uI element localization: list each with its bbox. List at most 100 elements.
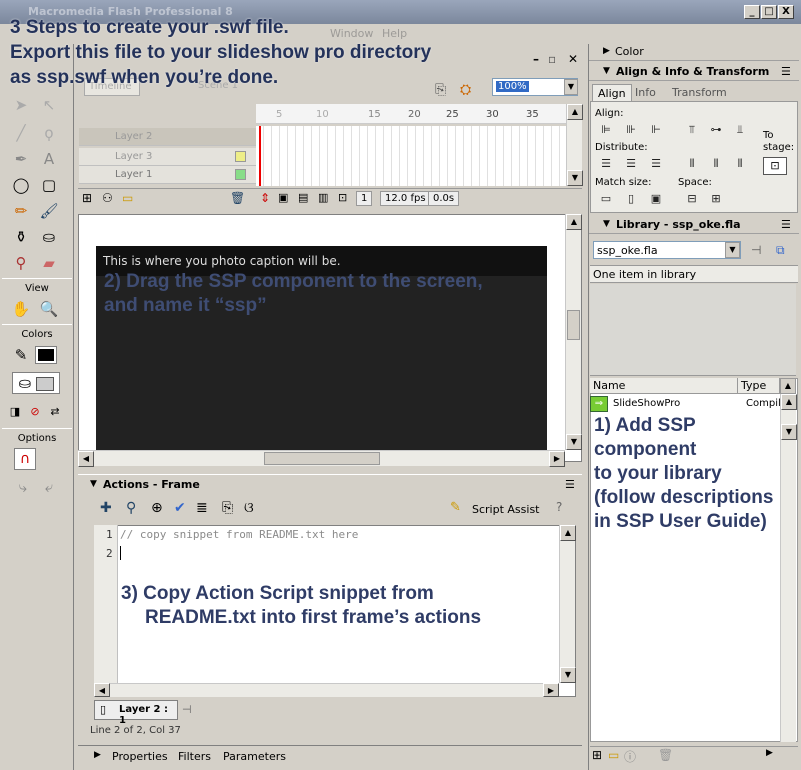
onion-skin-icon[interactable]: ▣: [278, 191, 288, 204]
new-library-icon[interactable]: ⧉: [776, 243, 785, 258]
center-frame-icon[interactable]: ⇕: [260, 191, 270, 205]
space-vertical-icon[interactable]: ⊟: [684, 193, 700, 207]
chevron-up-icon[interactable]: ▲: [560, 525, 576, 541]
target-path-icon[interactable]: ⊕: [151, 500, 163, 516]
restore-icon[interactable]: ▫: [548, 52, 556, 66]
stage-scrollbar-horizontal[interactable]: ◀ ▶: [78, 450, 565, 467]
text-tool-icon[interactable]: A: [38, 148, 60, 170]
chevron-up-icon[interactable]: ▲: [567, 104, 583, 120]
chevron-down-icon[interactable]: ▼: [560, 667, 576, 683]
collapse-arrow-icon[interactable]: ▼: [90, 479, 97, 489]
pencil-tool-icon[interactable]: ✏: [10, 200, 32, 222]
code-scrollbar[interactable]: ▲ ▼: [559, 525, 576, 683]
space-horizontal-icon[interactable]: ⊞: [708, 193, 724, 207]
eyedropper-tool-icon[interactable]: ⚲: [10, 252, 32, 274]
hand-tool-icon[interactable]: ✋: [10, 298, 32, 320]
distribute-center-icon[interactable]: ☰: [623, 158, 639, 172]
insert-folder-icon[interactable]: ▭: [122, 191, 133, 205]
close-button[interactable]: X: [778, 5, 794, 19]
straighten-icon[interactable]: ⤶: [38, 476, 60, 498]
tab-filters[interactable]: Filters: [178, 750, 211, 763]
paint-bucket-tool-icon[interactable]: ⛀: [38, 226, 60, 248]
arrow-tool-icon[interactable]: ➤: [10, 94, 32, 116]
script-assist-icon[interactable]: ✎: [450, 500, 461, 515]
pen-tool-icon[interactable]: ✒: [10, 148, 32, 170]
maximize-button[interactable]: □: [761, 5, 777, 19]
chevron-up-icon[interactable]: ▲: [781, 394, 797, 410]
match-height-icon[interactable]: ▯: [623, 193, 639, 207]
match-both-icon[interactable]: ▣: [648, 193, 664, 207]
chevron-right-icon[interactable]: ▶: [543, 683, 559, 697]
frame-grid[interactable]: [256, 126, 566, 186]
align-center-v-icon[interactable]: ⊶: [708, 124, 724, 138]
pin-library-icon[interactable]: ⊣: [751, 243, 761, 257]
layer-row[interactable]: Layer 2: [79, 128, 256, 146]
chevron-down-icon[interactable]: ▼: [567, 170, 583, 186]
delete-icon[interactable]: 🗑: [658, 748, 673, 762]
panel-menu-icon[interactable]: ☰: [781, 218, 791, 231]
scroll-thumb[interactable]: [264, 452, 380, 465]
expand-arrow-icon[interactable]: ▶: [94, 750, 101, 760]
brush-tool-icon[interactable]: 🖌: [38, 200, 60, 222]
debug-options-icon[interactable]: ଓ: [244, 500, 254, 516]
to-stage-button[interactable]: ⊡: [763, 157, 787, 175]
chevron-down-icon[interactable]: ▼: [725, 242, 740, 258]
library-select[interactable]: ssp_oke.fla: [593, 241, 741, 259]
align-top-icon[interactable]: ⫪: [684, 124, 700, 138]
code-hscrollbar[interactable]: ◀ ▶: [94, 683, 559, 697]
find-icon[interactable]: ⚲: [126, 500, 136, 516]
expand-arrow-icon[interactable]: ▶: [603, 46, 610, 56]
library-panel-header[interactable]: ▼ Library - ssp_oke.fla ☰: [589, 216, 799, 234]
library-item[interactable]: ⇒ SlideShowPro Compile: [590, 396, 787, 412]
chevron-right-icon[interactable]: ▶: [549, 451, 565, 467]
check-syntax-icon[interactable]: ✔: [174, 500, 186, 516]
black-white-icon[interactable]: ◨: [4, 400, 26, 422]
align-right-icon[interactable]: ⊩: [648, 124, 664, 138]
subselect-tool-icon[interactable]: ↖: [38, 94, 60, 116]
frame-rate[interactable]: 12.0 fps: [380, 191, 431, 206]
actions-panel-header[interactable]: ▼ Actions - Frame ☰: [78, 474, 582, 494]
distribute-right-icon[interactable]: ⫴: [732, 158, 748, 172]
tab-align[interactable]: Align: [592, 84, 632, 102]
code-hint-icon[interactable]: ⎘: [222, 500, 233, 516]
tab-properties[interactable]: Properties: [112, 750, 168, 763]
swap-colors-icon[interactable]: ⇄: [44, 400, 66, 422]
align-bottom-icon[interactable]: ⫫: [732, 124, 748, 138]
stroke-color-icon[interactable]: ✎: [10, 344, 32, 366]
new-folder-icon[interactable]: ▭: [608, 748, 619, 762]
layer-row[interactable]: Layer 3: [79, 148, 256, 166]
align-center-h-icon[interactable]: ⊪: [623, 124, 639, 138]
oval-tool-icon[interactable]: ◯: [10, 174, 32, 196]
chevron-right-icon[interactable]: ▶: [766, 748, 773, 758]
stroke-color-swatch[interactable]: [35, 346, 57, 364]
new-symbol-icon[interactable]: ⊞: [592, 748, 602, 762]
tab-transform[interactable]: Transform: [667, 84, 732, 102]
chevron-down-icon[interactable]: ▼: [566, 434, 582, 450]
no-color-icon[interactable]: ⊘: [24, 400, 46, 422]
timeline-scrollbar[interactable]: ▲ ▼: [566, 104, 583, 186]
collapse-arrow-icon[interactable]: ▼: [603, 66, 610, 76]
modify-markers-icon[interactable]: ⊡: [338, 191, 347, 204]
minimize-timeline-icon[interactable]: –: [533, 52, 539, 66]
zoom-tool-icon[interactable]: 🔍: [38, 298, 60, 320]
ink-bottle-tool-icon[interactable]: ⚱: [10, 226, 32, 248]
delete-layer-icon[interactable]: 🗑: [230, 191, 245, 205]
collapse-arrow-icon[interactable]: ▼: [603, 219, 610, 229]
lasso-tool-icon[interactable]: ϙ: [38, 122, 60, 144]
chevron-up-icon[interactable]: ▲: [566, 214, 582, 230]
tab-parameters[interactable]: Parameters: [223, 750, 286, 763]
column-header-type[interactable]: Type: [738, 378, 780, 394]
line-tool-icon[interactable]: ╱: [10, 122, 32, 144]
chevron-left-icon[interactable]: ◀: [78, 451, 94, 467]
distribute-bottom-icon[interactable]: ☰: [648, 158, 664, 172]
panel-menu-icon[interactable]: ☰: [781, 65, 791, 78]
chevron-down-icon[interactable]: ▼: [564, 79, 578, 95]
panel-menu-icon[interactable]: ☰: [565, 478, 575, 491]
align-left-icon[interactable]: ⊫: [598, 124, 614, 138]
add-statement-icon[interactable]: ✚: [100, 500, 112, 516]
distribute-hcenter-icon[interactable]: ⫴: [708, 158, 724, 172]
column-header-name[interactable]: Name: [590, 378, 738, 394]
script-layer-tab[interactable]: Layer 2 : 1: [94, 700, 178, 726]
sort-order-icon[interactable]: ▲: [780, 378, 796, 394]
playhead[interactable]: [259, 126, 261, 186]
